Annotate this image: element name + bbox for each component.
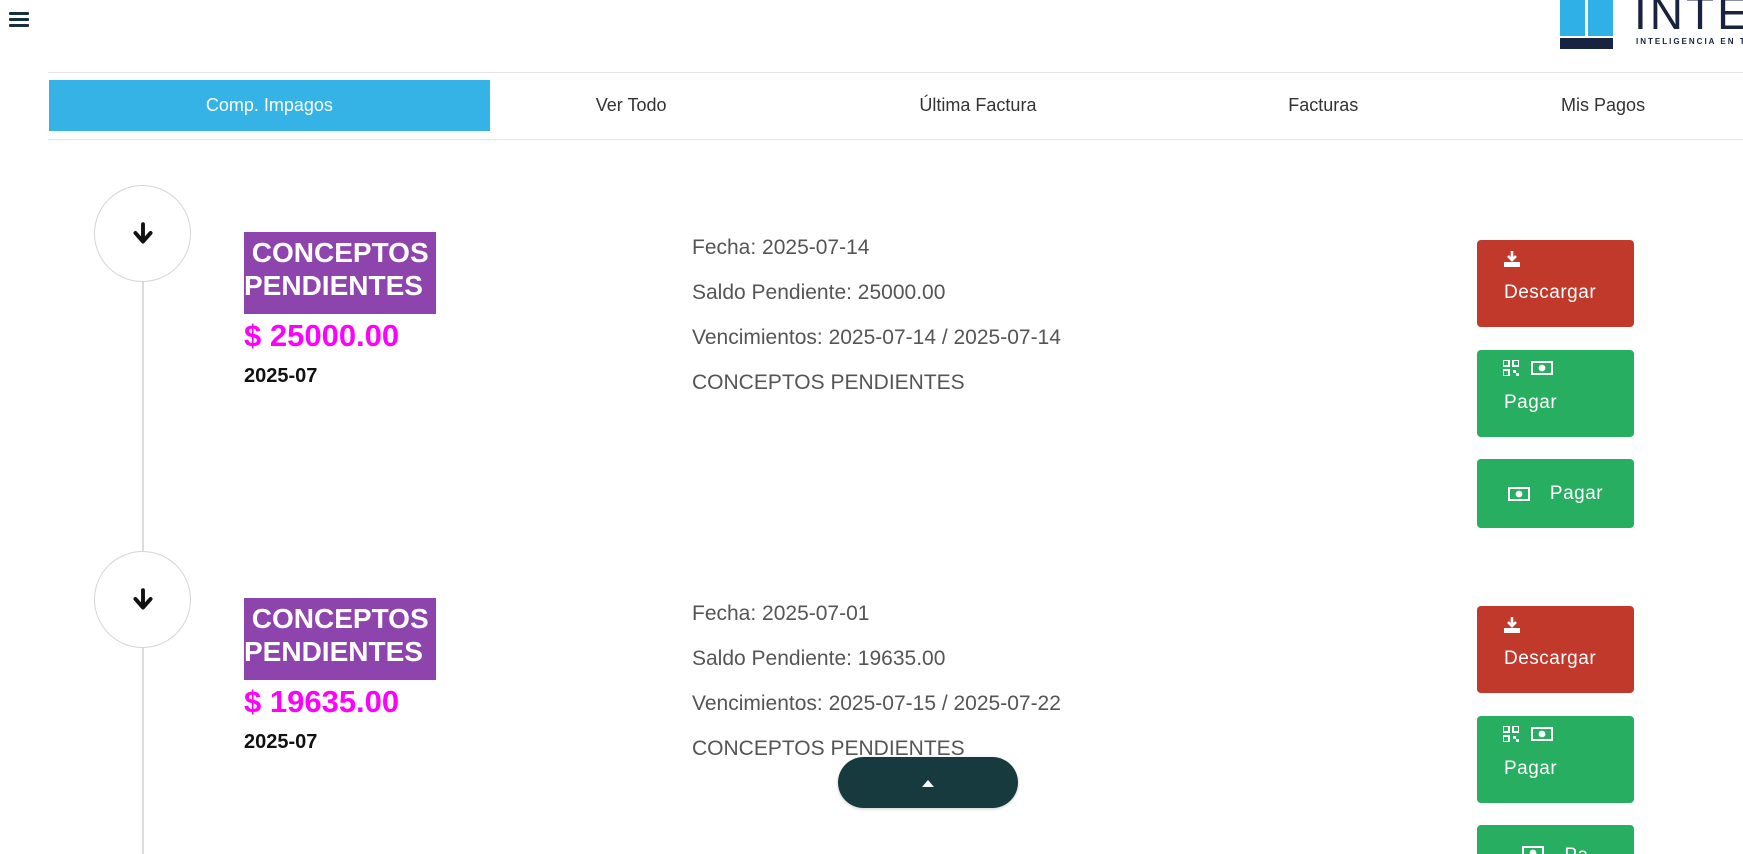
caret-up-icon <box>922 779 934 787</box>
back-to-top-button[interactable] <box>838 757 1018 808</box>
qr-code-icon <box>1503 360 1519 376</box>
pay-cash-button[interactable]: Pa <box>1477 825 1634 854</box>
download-icon <box>1504 617 1520 633</box>
saldo-pendiente: Saldo Pendiente: 19635.00 <box>692 647 946 670</box>
invoice-entry: CONCEPTOS PENDIENTES $ 19635.00 2025-07 … <box>0 0 1743 854</box>
arrow-down-icon <box>132 587 153 610</box>
money-bill-icon <box>1507 486 1530 501</box>
money-bill-icon <box>1531 727 1553 741</box>
period: 2025-07 <box>244 731 318 753</box>
pay-qr-button[interactable]: Pagar <box>1477 350 1634 437</box>
qr-code-icon <box>1503 726 1519 742</box>
invoice-details: Fecha: 2025-07-01 Saldo Pendiente: 19635… <box>692 591 1061 771</box>
status-badge: CONCEPTOS PENDIENTES <box>244 598 436 680</box>
pay-qr-button[interactable]: Pagar <box>1477 716 1634 803</box>
fecha: Fecha: 2025-07-01 <box>692 602 870 625</box>
period: 2025-07 <box>244 365 318 387</box>
money-bill-icon <box>1531 361 1553 375</box>
amount: $ 19635.00 <box>244 684 400 719</box>
pay-cash-button[interactable]: Pagar <box>1477 459 1634 528</box>
download-button[interactable]: Descargar <box>1477 606 1634 693</box>
vencimientos: Vencimientos: 2025-07-15 / 2025-07-22 <box>692 692 1061 715</box>
money-bill-icon <box>1522 846 1545 854</box>
concepto: CONCEPTOS PENDIENTES <box>692 371 965 394</box>
timeline-node <box>94 551 191 648</box>
